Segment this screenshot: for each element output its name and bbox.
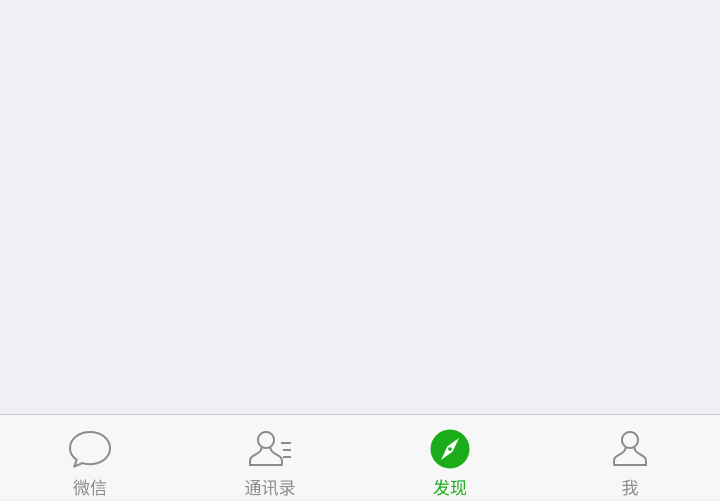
tab-me[interactable]: 我 — [540, 415, 720, 501]
tab-chats[interactable]: 微信 — [0, 415, 180, 501]
tab-discover[interactable]: 发现 — [360, 415, 540, 501]
compass-icon — [428, 429, 472, 469]
tab-discover-label: 发现 — [433, 479, 467, 499]
chat-bubble-icon — [68, 429, 112, 469]
bottom-tab-bar: 微信 通讯录 发现 我 — [0, 414, 720, 500]
tab-contacts-label: 通讯录 — [244, 479, 296, 499]
tab-me-label: 我 — [621, 479, 639, 499]
person-icon — [608, 429, 652, 469]
tab-contacts[interactable]: 通讯录 — [180, 415, 360, 501]
tab-chats-label: 微信 — [73, 479, 107, 499]
contacts-icon — [248, 429, 292, 469]
main-content-area — [0, 0, 720, 414]
